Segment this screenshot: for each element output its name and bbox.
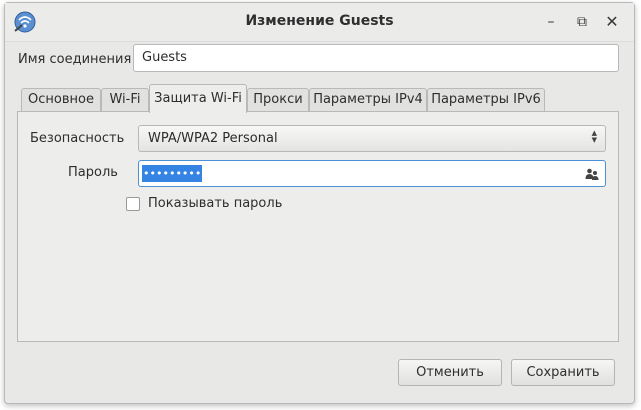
show-password-checkbox[interactable] <box>126 197 140 211</box>
connection-name-input[interactable]: Guests <box>133 44 619 72</box>
connection-name-label: Имя соединения <box>18 52 132 67</box>
security-panel: Безопасность WPA/WPA2 Personal ▲ ▼ Пароль… <box>17 111 619 342</box>
password-label: Пароль <box>68 165 118 180</box>
dialog-window: Изменение Guests – ⧉ ✕ Имя соединения Gu… <box>4 2 635 404</box>
minimize-icon[interactable]: – <box>542 13 560 31</box>
security-select[interactable]: WPA/WPA2 Personal ▲ ▼ <box>138 125 606 152</box>
maximize-icon[interactable]: ⧉ <box>573 13 591 31</box>
security-label: Безопасность <box>30 131 125 146</box>
security-selected-value: WPA/WPA2 Personal <box>148 131 278 146</box>
tab-proxy[interactable]: Прокси <box>247 88 309 112</box>
show-password-label: Показывать пароль <box>148 196 283 211</box>
window-title: Изменение Guests <box>245 13 394 29</box>
tab-ipv4[interactable]: Параметры IPv4 <box>309 88 427 112</box>
tab-general[interactable]: Основное <box>21 88 101 112</box>
users-icon[interactable] <box>585 167 599 181</box>
cancel-button[interactable]: Отменить <box>398 359 502 386</box>
tab-ipv6[interactable]: Параметры IPv6 <box>427 88 545 112</box>
password-input[interactable]: ••••••••• <box>138 160 606 187</box>
tab-wifi-security[interactable]: Защита Wi-Fi <box>149 84 247 113</box>
password-value: ••••••••• <box>142 165 203 182</box>
titlebar: Изменение Guests – ⧉ ✕ <box>5 3 634 42</box>
close-icon[interactable]: ✕ <box>603 13 621 31</box>
save-button[interactable]: Сохранить <box>511 359 615 386</box>
tab-wifi[interactable]: Wi-Fi <box>101 88 149 112</box>
chevron-up-down-icon: ▲ ▼ <box>591 129 597 144</box>
